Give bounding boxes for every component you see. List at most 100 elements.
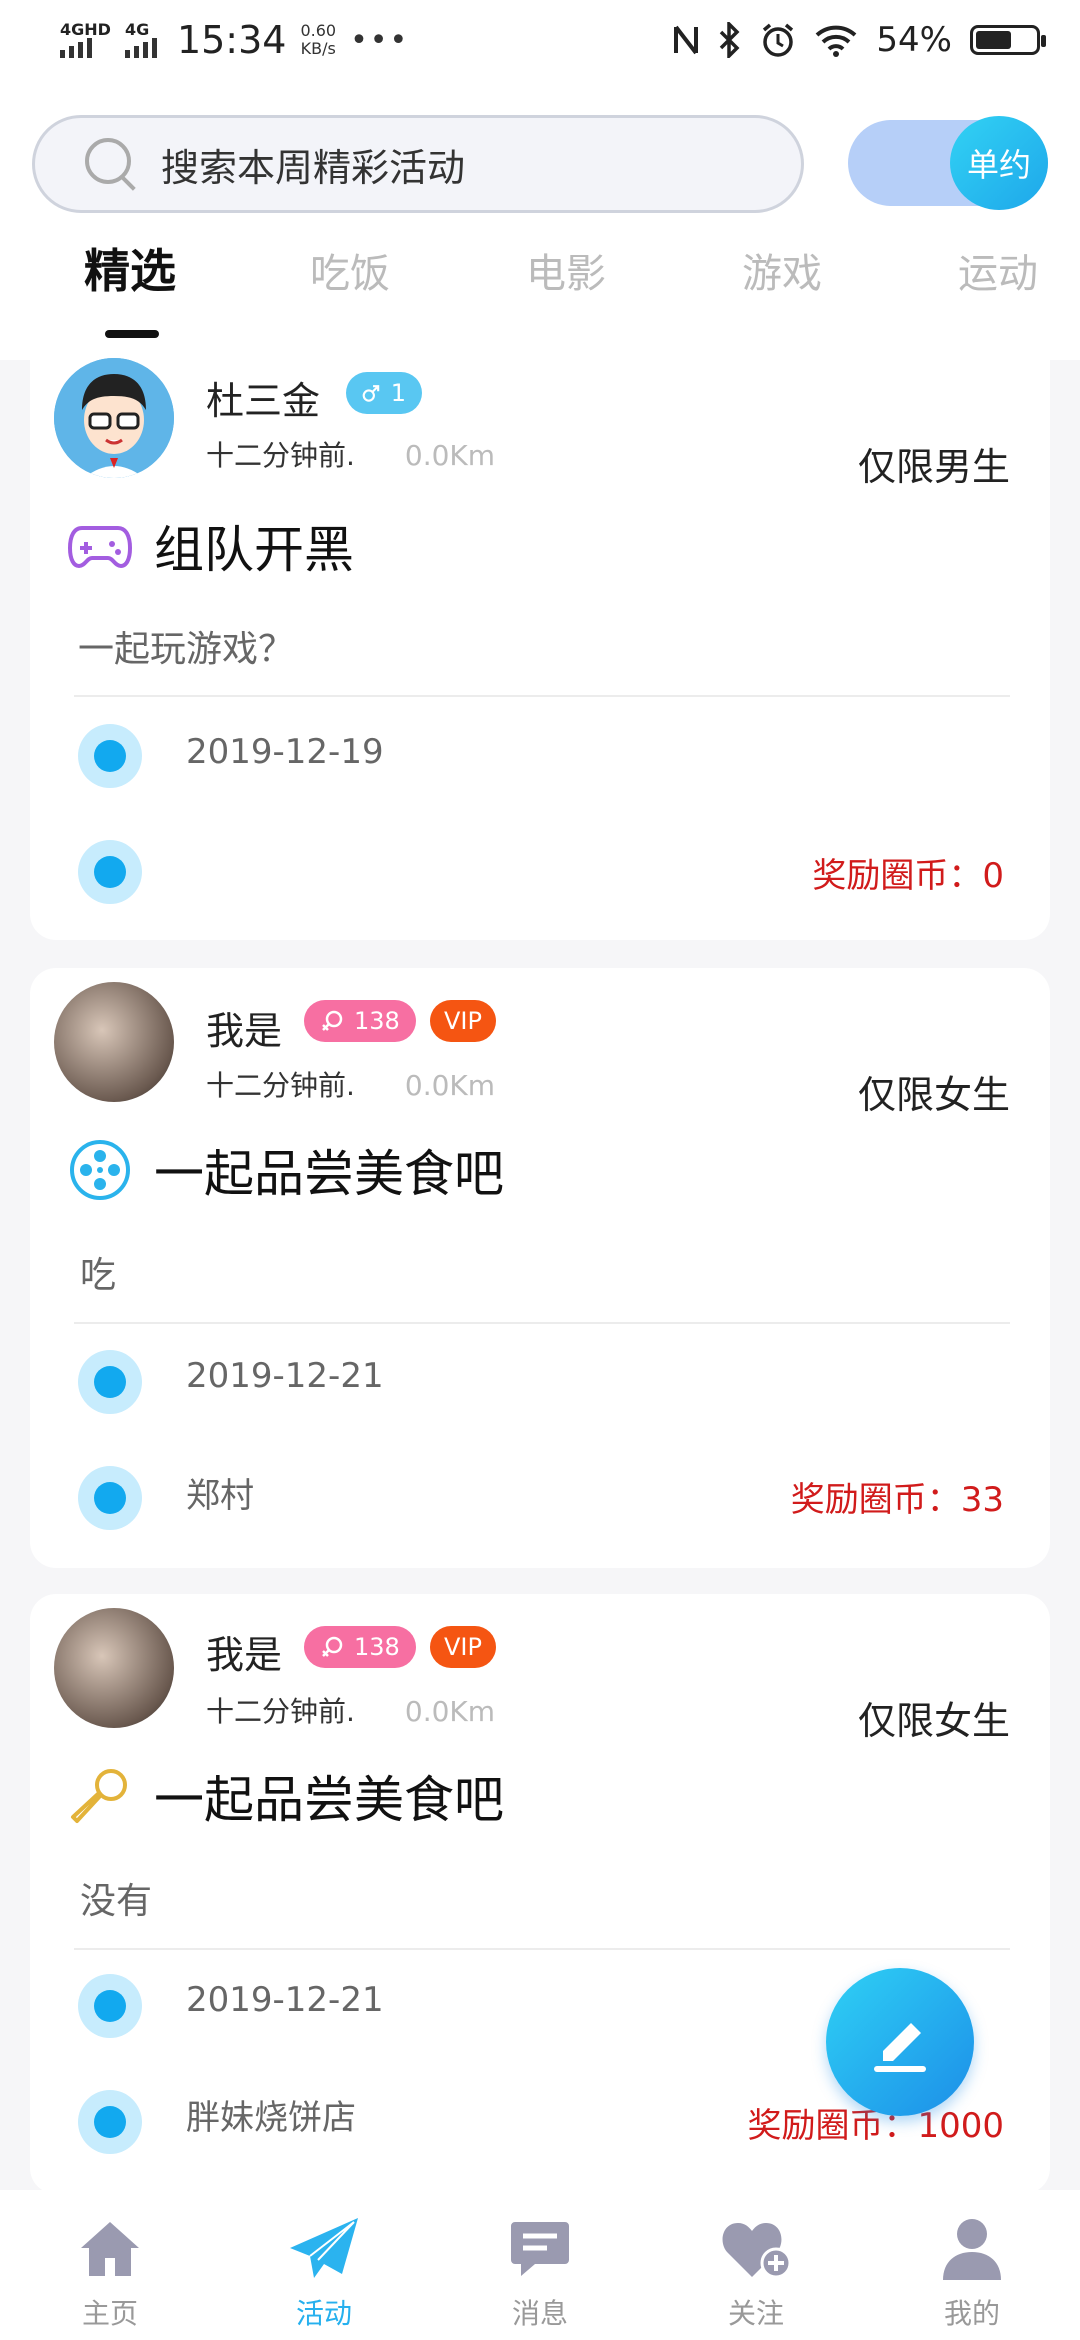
signal-2: 4G	[124, 22, 157, 58]
post-meta: 十二分钟前. 0.0Km	[206, 1690, 495, 1730]
search-placeholder: 搜索本周精彩活动	[161, 145, 466, 190]
battery-icon	[970, 25, 1046, 55]
vip-badge: VIP	[430, 1000, 496, 1042]
category-tabs: 精选 吃饭 电影 游戏 运动	[0, 235, 1080, 345]
time-ago: 十二分钟前.	[206, 439, 355, 472]
paper-plane-icon	[254, 2212, 394, 2286]
activity-date: 2019-12-21	[186, 1356, 384, 1396]
user-name: 我是	[206, 1009, 283, 1053]
date-dot-icon	[78, 724, 142, 788]
edit-pencil-icon	[874, 2023, 926, 2072]
toggle-knob: 单约	[950, 116, 1048, 210]
gender-badge: 138	[304, 1000, 416, 1042]
vip-badge: VIP	[430, 1626, 496, 1668]
net-speed-value: 0.60	[300, 21, 337, 40]
create-activity-button[interactable]	[826, 1968, 974, 2116]
user-name: 我是	[206, 1633, 283, 1677]
activity-title-text: 组队开黑	[154, 521, 354, 579]
nfc-icon	[674, 25, 699, 55]
date-dot-icon	[78, 1350, 142, 1414]
activity-date: 2019-12-21	[186, 1980, 384, 2020]
wifi-icon	[816, 25, 857, 57]
divider	[74, 1322, 1010, 1324]
heart-plus-icon	[686, 2212, 826, 2286]
gender-badge: 1	[346, 372, 422, 414]
distance: 0.0Km	[404, 1069, 496, 1102]
tab-dining[interactable]: 吃饭	[310, 241, 390, 299]
tab-games[interactable]: 游戏	[742, 241, 822, 299]
female-icon	[322, 1010, 343, 1031]
avatar[interactable]	[54, 1608, 174, 1728]
gender-limit: 仅限女生	[857, 1073, 1010, 1117]
battery-percent: 54%	[876, 20, 952, 60]
header: 搜索本周精彩活动 单约 精选 吃饭 电影 游戏 运动	[0, 90, 1080, 360]
film-reel-icon	[68, 1138, 132, 1202]
activity-title-text: 一起品尝美食吧	[154, 1771, 504, 1829]
active-tab-indicator	[105, 330, 159, 338]
nav-messages[interactable]: 消息	[470, 2190, 610, 2340]
nav-label: 消息	[511, 2297, 568, 2330]
activity-description: 没有	[80, 1881, 153, 1922]
bluetooth-icon	[720, 22, 740, 58]
single-date-toggle[interactable]: 单约	[848, 116, 1048, 210]
gender-badge: 138	[304, 1626, 416, 1668]
time-ago: 十二分钟前.	[206, 1069, 355, 1102]
nav-label: 我的	[943, 2297, 1000, 2330]
post-meta: 十二分钟前. 0.0Km	[206, 1064, 495, 1104]
nav-profile[interactable]: 我的	[902, 2190, 1042, 2340]
level-value: 138	[354, 1633, 400, 1661]
nav-label: 关注	[727, 2297, 784, 2330]
activity-title-text: 一起品尝美食吧	[154, 1145, 504, 1203]
level-value: 1	[390, 379, 406, 407]
nav-activity[interactable]: 活动	[254, 2190, 394, 2340]
location-dot-icon	[78, 2090, 142, 2154]
nav-home[interactable]: 主页	[40, 2190, 180, 2340]
activity-location: 胖妹烧饼店	[186, 2098, 356, 2138]
time-ago: 十二分钟前.	[206, 1695, 355, 1728]
alarm-icon	[763, 23, 794, 57]
net-speed-unit: KB/s	[300, 39, 336, 58]
location-dot-icon	[78, 1466, 142, 1530]
microphone-icon	[68, 1764, 132, 1828]
activity-title: 组队开黑	[68, 510, 354, 582]
tab-featured[interactable]: 精选	[84, 235, 176, 301]
activity-date: 2019-12-19	[186, 732, 384, 772]
activity-title: 一起品尝美食吧	[68, 1760, 504, 1832]
status-bar: 4GHD 4G 15:34 0.60 KB/s ••• 54%	[0, 0, 1080, 90]
reward-coins: 奖励圈币：0	[812, 856, 1004, 896]
signal-1: 4GHD	[60, 22, 111, 58]
avatar[interactable]	[54, 982, 174, 1102]
divider	[74, 695, 1010, 697]
search-bar[interactable]: 搜索本周精彩活动	[32, 115, 804, 213]
tab-sports[interactable]: 运动	[958, 241, 1038, 299]
female-icon	[322, 1636, 343, 1657]
activity-card[interactable]: 我是 138 VIP 十二分钟前. 0.0Km 仅限女生 一起品尝美食吧 吃 20…	[30, 968, 1050, 1568]
nav-label: 主页	[81, 2297, 138, 2330]
activity-card[interactable]: 杜三金 1 十二分钟前. 0.0Km 仅限男生 组队开黑 一起玩游戏？ 2019-…	[30, 350, 1050, 940]
nav-follow[interactable]: 关注	[686, 2190, 826, 2340]
bottom-nav: 主页 活动 消息 关注 我的	[0, 2190, 1080, 2340]
search-icon	[83, 136, 139, 192]
avatar[interactable]	[54, 358, 174, 478]
message-icon	[470, 2212, 610, 2286]
activity-description: 一起玩游戏？	[78, 629, 295, 670]
gamepad-icon	[68, 514, 132, 578]
clock: 15:34	[176, 18, 287, 62]
tab-movie[interactable]: 电影	[526, 241, 606, 299]
gender-limit: 仅限女生	[857, 1699, 1010, 1743]
level-value: 138	[354, 1007, 400, 1035]
user-icon	[902, 2212, 1042, 2286]
home-icon	[40, 2212, 180, 2286]
post-meta: 十二分钟前. 0.0Km	[206, 434, 495, 474]
network-type-1: 4GHD	[60, 20, 111, 39]
reward-coins: 奖励圈币：33	[790, 1480, 1004, 1520]
distance: 0.0Km	[404, 1695, 496, 1728]
net-speed: 0.60 KB/s	[300, 22, 336, 58]
male-icon	[362, 385, 380, 402]
user-name: 杜三金	[206, 379, 321, 423]
date-dot-icon	[78, 1974, 142, 2038]
location-dot-icon	[78, 840, 142, 904]
nav-label: 活动	[295, 2297, 352, 2330]
distance: 0.0Km	[404, 439, 496, 472]
activity-location: 郑村	[186, 1476, 254, 1516]
